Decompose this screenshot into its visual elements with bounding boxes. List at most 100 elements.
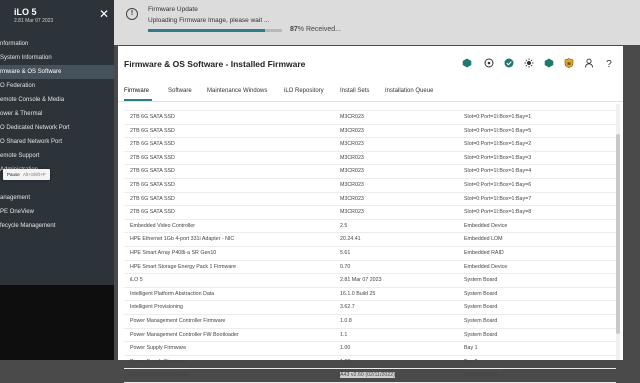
sun-icon[interactable] (524, 58, 534, 68)
firmware-version: 0.70 (340, 263, 351, 270)
banner-title: Firmware Update (148, 6, 198, 13)
firmware-date: 2.81 Mar 07 2023 (14, 18, 54, 24)
scrollbar-thumb[interactable] (616, 134, 620, 334)
sidebar-item-ilo-federation[interactable]: O Federation (0, 79, 114, 93)
firmware-location: Slot=0:Port=1I:Box=1:Bay=3 (464, 154, 532, 161)
page-title: Firmware & OS Software - Installed Firmw… (124, 59, 306, 69)
firmware-location: Slot=0:Port=1I:Box=1:Bay=1 (464, 114, 532, 120)
close-icon[interactable]: ✕ (99, 8, 109, 20)
tab-installation-queue[interactable]: Installation Queue (385, 88, 433, 94)
table-row: Power Supply Firmware 1.00 Bay 2 (124, 356, 616, 370)
table-row: Intelligent Platform Abstraction Data 16.… (124, 288, 616, 302)
firmware-version: M3CR023 (340, 209, 364, 216)
firmware-name: 2TB 6G SATA SSD (130, 195, 175, 202)
sidebar-item-firmware-os-software[interactable]: rmware & OS Software (0, 65, 114, 79)
active-tab-indicator (124, 99, 152, 101)
table-row: Power Supply Firmware 1.00 Bay 1 (124, 342, 616, 356)
firmware-name: HPE Ethernet 1Gb 4-port 331i Adapter - N… (130, 236, 235, 243)
table-row: Power Management Controller Firmware 1.0.… (124, 315, 616, 329)
shield-icon[interactable] (544, 58, 554, 68)
sidebar-item-remote-support[interactable]: emote Support (0, 149, 114, 163)
sidebar: iLO 5 2.81 Mar 07 2023 ✕ nformation Syst… (0, 0, 114, 360)
sidebar-nav: nformation System Information rmware & O… (0, 37, 114, 233)
table-row: 2TB 6G SATA SSD M3CR023 Slot=0:Port=1I:Box… (124, 125, 616, 139)
table-row: HPE Ethernet 1Gb 4-port 331i Adapter - N… (124, 233, 616, 247)
firmware-location: System Board (464, 331, 498, 338)
table-scrollbar[interactable] (616, 104, 620, 360)
sidebar-item-dedicated-network-port[interactable]: O Dedicated Network Port (0, 121, 114, 135)
firmware-name: 2TB 6G SATA SSD (130, 114, 175, 120)
table-row: 2TB 6G SATA SSD M3CR023 Slot=0:Port=1I:Box… (124, 152, 616, 166)
tab-install-sets[interactable]: Install Sets (340, 88, 369, 94)
sidebar-item-shared-network-port[interactable]: O Shared Network Port (0, 135, 114, 149)
firmware-version: M3CR023 (340, 141, 364, 148)
firmware-name: 2TB 6G SATA SSD (130, 154, 175, 161)
firmware-name: Redundant System ROM (130, 372, 189, 379)
table-row: 2TB 6G SATA SSD M3CR023 Slot=0:Port=1I:Box… (124, 165, 616, 179)
tab-ilo-repository[interactable]: iLO Repository (284, 88, 324, 94)
sidebar-footer (0, 285, 114, 360)
firmware-name: Power Management Controller FW Bootloade… (130, 331, 239, 338)
tab-bar: Firmware Software Maintenance Windows iL… (118, 83, 623, 102)
health-icon[interactable] (462, 58, 472, 68)
firmware-name: 2TB 6G SATA SSD (130, 127, 175, 134)
firmware-name: Power Supply Firmware (130, 345, 187, 352)
firmware-location: Slot=0:Port=1I:Box=1:Bay=5 (464, 127, 532, 134)
firmware-version: 2.5 (340, 222, 348, 229)
tab-software[interactable]: Software (168, 88, 192, 94)
firmware-name: 2TB 6G SATA SSD (130, 141, 175, 148)
firmware-name: 2TB 6G SATA SSD (130, 168, 175, 175)
firmware-location: Slot=0:Port=1I:Box=1:Bay=6 (464, 181, 532, 188)
table-row: iLO 5 2.81 Mar 07 2023 System Board (124, 274, 616, 288)
firmware-location: System Board (464, 277, 498, 284)
banner-message: Uploading Firmware Image, please wait ..… (148, 17, 270, 24)
target-icon[interactable] (484, 58, 494, 68)
alert-icon: ! (126, 8, 138, 20)
svg-text:?: ? (606, 59, 612, 68)
sidebar-item-remote-console-media[interactable]: emote Console & Media (0, 93, 114, 107)
sidebar-item-information[interactable]: nformation (0, 37, 114, 51)
table-row: 2TB 6G SATA SSD M3CR023 Slot=0:Port=1I:Box… (124, 111, 616, 125)
table-row: 2TB 6G SATA SSD M3CR023 Slot=0:Port=1I:Box… (124, 206, 616, 220)
firmware-version: M3CR023 (340, 114, 364, 120)
sidebar-item-management[interactable]: anagement (0, 191, 114, 205)
firmware-version: M3CR023 (340, 154, 364, 161)
sidebar-item-hpe-oneview[interactable]: PE OneView (0, 205, 114, 219)
upload-progress-fill (148, 29, 265, 32)
table-row: Power Management Controller FW Bootloade… (124, 329, 616, 343)
table-row: 2TB 6G SATA SSD M3CR023 Slot=0:Port=1I:Box… (124, 193, 616, 207)
check-circle-icon[interactable] (504, 58, 514, 68)
product-name: iLO 5 (14, 7, 37, 17)
tooltip-shortcut: Alt+Shift+P (23, 172, 46, 177)
firmware-location: Slot=0:Port=1I:Box=1:Bay=4 (464, 168, 532, 175)
tab-maintenance-windows[interactable]: Maintenance Windows (207, 88, 267, 94)
firmware-version: M3CR023 (340, 195, 364, 202)
help-icon[interactable]: ? (604, 58, 614, 68)
table-row: 2TB 6G SATA SSD M3CR023 Slot=0:Port=1I:Box… (124, 179, 616, 193)
lock-badge-icon[interactable] (564, 58, 574, 68)
firmware-version: 1.1 (340, 331, 348, 338)
sidebar-item-power-thermal[interactable]: ower & Thermal (0, 107, 114, 121)
sidebar-item-lifecycle-management[interactable]: fecycle Management (0, 219, 114, 233)
firmware-version: M3CR023 (340, 168, 364, 175)
firmware-location: Embedded LOM (464, 236, 503, 243)
firmware-name: 2TB 6G SATA SSD (130, 181, 175, 188)
main-panel: Firmware & OS Software - Installed Firmw… (118, 46, 623, 383)
firmware-location: Bay 1 (464, 345, 478, 352)
firmware-location: Slot=0:Port=1I:Box=1:Bay=8 (464, 209, 532, 216)
firmware-update-banner: ! Firmware Update Uploading Firmware Ima… (114, 0, 640, 45)
firmware-location: System Board (464, 304, 498, 311)
firmware-version: 2.81 Mar 07 2023 (340, 277, 382, 284)
user-icon[interactable] (584, 58, 594, 68)
table-row: HPE Smart Storage Energy Pack 1 Firmware… (124, 261, 616, 275)
firmware-version: 16.1.0 Build 25 (340, 290, 376, 297)
firmware-location: Embedded RAID (464, 249, 504, 256)
pause-tooltip: Pause Alt+Shift+P (3, 169, 50, 180)
tab-firmware[interactable]: Firmware (124, 88, 149, 94)
tooltip-text: Pause (7, 172, 20, 177)
firmware-name: 2TB 6G SATA SSD (130, 209, 175, 216)
firmware-version: 1.0.8 (340, 317, 352, 324)
firmware-name: HPE Smart Storage Energy Pack 1 Firmware (130, 263, 236, 270)
firmware-name: Intelligent Platform Abstraction Data (130, 290, 215, 297)
sidebar-item-system-information[interactable]: System Information (0, 51, 114, 65)
